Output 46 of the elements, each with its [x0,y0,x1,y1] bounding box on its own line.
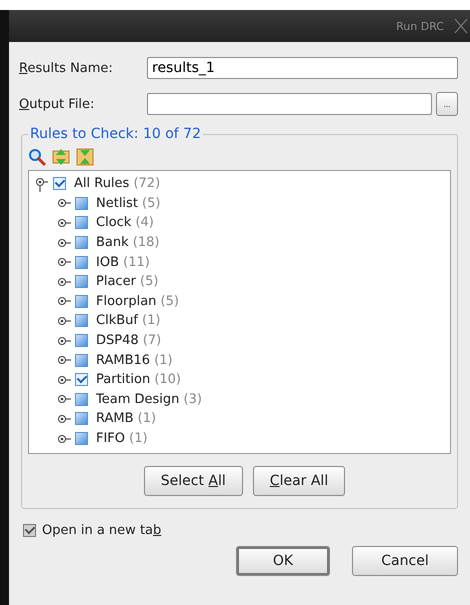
checkbox[interactable] [75,373,88,386]
tree-item[interactable]: Bank (18) [96,235,160,250]
search-icon[interactable] [28,148,46,166]
browse-button[interactable]: ... [436,92,458,116]
tree-item[interactable]: ClkBuf (1) [96,313,161,328]
output-file-field[interactable] [147,93,432,115]
tree-item[interactable]: Partition (10) [96,372,181,388]
tree-item[interactable]: Placer (5) [96,274,158,290]
checkbox[interactable] [75,392,88,406]
tree-item[interactable]: All Rules (72) [74,176,160,192]
checkbox[interactable] [23,524,36,537]
window-title: Run DRC [396,20,444,32]
checkbox[interactable] [75,314,88,328]
checkbox[interactable] [75,334,88,348]
clear-all-button[interactable]: Clear All [252,466,346,496]
checkbox[interactable] [75,432,88,446]
checkbox[interactable] [75,412,88,426]
expand-all-icon[interactable] [52,148,70,166]
tree-item[interactable]: FIFO (1) [96,431,148,446]
tree-item[interactable]: IOB (11) [96,254,150,270]
tree-item[interactable]: DSP48 (7) [96,333,162,348]
tree-item[interactable]: RAMB (1) [96,411,156,426]
group-title: Rules to Check: 10 of 72 [29,126,202,142]
collapse-all-icon[interactable] [76,148,94,166]
checkbox[interactable] [75,196,88,210]
field-label: Results Name: [19,60,114,76]
checkbox-label[interactable]: Open in a new tab [42,523,162,538]
tree-item[interactable]: RAMB16 (1) [96,352,173,368]
field-label: Output File: [19,96,96,112]
checkbox[interactable] [75,294,88,308]
tree-toggle-icon[interactable] [35,176,51,192]
checkbox[interactable] [53,177,66,190]
checkbox[interactable] [75,256,88,269]
select-all-button[interactable]: Select All [144,466,243,496]
checkbox[interactable] [75,236,88,250]
close-icon[interactable] [454,18,468,34]
checkbox[interactable] [75,216,88,230]
checkbox[interactable] [75,275,88,288]
tree-item[interactable]: Clock (4) [96,215,154,230]
results-name-field[interactable]: results_1 [147,57,458,79]
tree-item[interactable]: Netlist (5) [96,196,160,211]
cancel-button[interactable]: Cancel [352,546,458,576]
tree-item[interactable]: Floorplan (5) [96,294,179,309]
ok-button[interactable]: OK [236,546,330,576]
checkbox[interactable] [75,354,88,367]
tree-item[interactable]: Team Design (3) [96,392,202,407]
